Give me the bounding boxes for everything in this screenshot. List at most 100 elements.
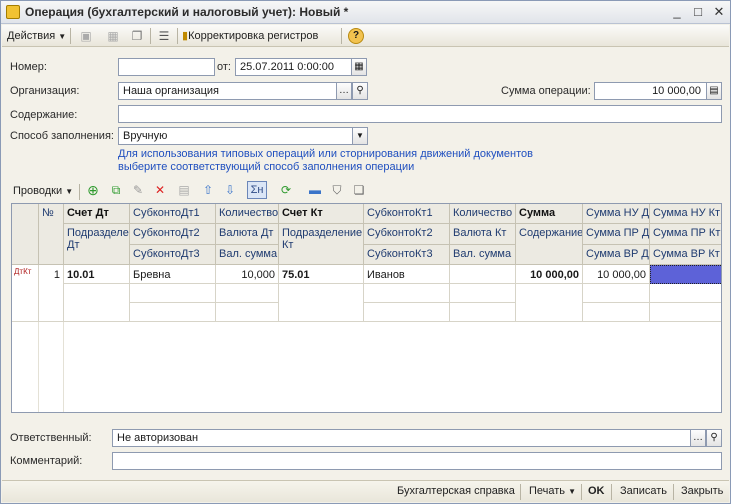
date-value: 25.07.2011 0:00:00 [240, 61, 334, 73]
column-header-qty-kt[interactable]: Количество Кт [450, 204, 516, 224]
fill-method-hint[interactable]: Для использования типовых операций или с… [118, 148, 533, 174]
posting-row-num[interactable]: 1 [39, 265, 64, 322]
column-header-num[interactable]: № [39, 204, 64, 265]
calendar-icon[interactable]: ▦ [351, 59, 366, 75]
footer-separator [581, 484, 582, 500]
posting-row-cur-sum-dt[interactable] [216, 303, 279, 322]
column-header-debit-account[interactable]: Счет Дт [64, 204, 130, 224]
posting-row-credit-subdivision[interactable] [279, 284, 364, 322]
minimize-button[interactable]: _ [668, 4, 686, 20]
posting-row-debit-account[interactable]: 10.01 [64, 265, 130, 284]
copy-list-icon[interactable]: ❏ [351, 182, 367, 198]
column-header-credit-subdivision[interactable]: Подразделение Кт [279, 224, 364, 265]
edit-row-icon[interactable]: ✎ [130, 182, 146, 198]
register-adjust-button[interactable]: ▮Корректировка регистров [182, 28, 318, 44]
column-header-subkonto-dt2[interactable]: СубконтоДт2 [130, 224, 216, 245]
content-input[interactable] [118, 105, 722, 123]
column-header-subkonto-kt2[interactable]: СубконтоКт2 [364, 224, 450, 245]
posting-row-content[interactable] [516, 284, 583, 322]
column-header-cur-sum-dt[interactable]: Вал. сумма Дт [216, 245, 279, 265]
column-header-subkonto-kt3[interactable]: СубконтоКт3 [364, 245, 450, 265]
comment-input[interactable] [112, 452, 722, 470]
fill-method-select[interactable]: Вручную ▼ [118, 127, 368, 145]
column-header-sum-vr-dt[interactable]: Сумма ВР Дт [583, 245, 650, 265]
column-header-credit-account[interactable]: Счет Кт [279, 204, 364, 224]
dropdown-arrow-icon: ▼ [65, 187, 74, 196]
search-icon[interactable]: ⚲ [706, 430, 721, 446]
operation-sum-input[interactable]: 10 000,00 ▤ [594, 82, 722, 100]
write-button[interactable]: Записать [620, 485, 667, 497]
column-header-sum[interactable]: Сумма [516, 204, 583, 224]
column-header-qty-dt[interactable]: Количество Дт [216, 204, 279, 224]
move-up-icon[interactable]: ⇧ [200, 182, 216, 198]
refresh-icon[interactable]: ⟳ [278, 182, 294, 198]
column-header-sum-nu-dt[interactable]: Сумма НУ Дт [583, 204, 650, 224]
actions-label: Действия [7, 30, 56, 42]
column-header-subkonto-dt1[interactable]: СубконтоДт1 [130, 204, 216, 224]
posting-row-subkonto-kt1[interactable]: Иванов [364, 265, 450, 284]
posting-row-qty-dt[interactable]: 10,000 [216, 265, 279, 284]
unpost-document-icon[interactable]: ▦ [105, 28, 121, 44]
posting-row-subkonto-kt2[interactable] [364, 284, 450, 303]
postings-menu[interactable]: Проводки ▼ [13, 183, 73, 199]
post-document-icon[interactable]: ▣ [78, 28, 94, 44]
number-input[interactable] [118, 58, 215, 76]
posting-row-sum-vr-dt[interactable] [583, 303, 650, 322]
print-menu[interactable]: Печать ▼ [529, 485, 576, 497]
select-ellipsis-icon[interactable]: … [690, 430, 706, 446]
posting-row-currency-kt[interactable] [450, 284, 516, 303]
document-structure-icon[interactable]: ☰ [156, 28, 172, 44]
date-input[interactable]: 25.07.2011 0:00:00 ▦ [235, 58, 367, 76]
posting-row-subkonto-dt3[interactable] [130, 303, 216, 322]
column-header-currency-kt[interactable]: Валюта Кт [450, 224, 516, 245]
column-header-subkonto-kt1[interactable]: СубконтоКт1 [364, 204, 450, 224]
posting-row-sum-nu-dt[interactable]: 10 000,00 [583, 265, 650, 284]
calculator-icon[interactable]: ▤ [706, 83, 721, 99]
move-down-icon[interactable]: ⇩ [222, 182, 238, 198]
column-header-currency-dt[interactable]: Валюта Дт [216, 224, 279, 245]
posting-row-debit-subdivision[interactable] [64, 284, 130, 322]
copy-document-icon[interactable]: ❐ [129, 28, 145, 44]
posting-row-cur-sum-kt[interactable] [450, 303, 516, 322]
posting-row-sum-pr-kt[interactable] [650, 284, 721, 303]
column-header-sum-vr-kt[interactable]: Сумма ВР Кт [650, 245, 721, 265]
footer-separator [611, 484, 612, 500]
select-ellipsis-icon[interactable]: … [336, 83, 352, 99]
posting-row-subkonto-dt2[interactable] [130, 284, 216, 303]
column-header-subkonto-dt3[interactable]: СубконтоДт3 [130, 245, 216, 265]
column-header-sum-pr-kt[interactable]: Сумма ПР Кт [650, 224, 721, 245]
postings-table[interactable]: № Счет Дт СубконтоДт1 Количество Дт Счет… [11, 203, 722, 413]
chevron-down-icon[interactable]: ▼ [352, 128, 367, 144]
posting-row-sum-pr-dt[interactable] [583, 284, 650, 303]
posting-row-sum-vr-kt[interactable] [650, 303, 721, 322]
posting-row-credit-account[interactable]: 75.01 [279, 265, 364, 284]
close-window-button[interactable]: ✕ [710, 4, 728, 20]
end-edit-icon[interactable]: ▤ [176, 182, 192, 198]
posting-row-currency-dt[interactable] [216, 284, 279, 303]
sum-totals-icon[interactable]: Σн [247, 181, 267, 199]
set-filter-icon[interactable]: ▬ [307, 182, 323, 198]
help-icon[interactable]: ? [348, 28, 364, 44]
posting-row-qty-kt[interactable] [450, 265, 516, 284]
search-icon[interactable]: ⚲ [352, 83, 367, 99]
ok-button[interactable]: OK [588, 485, 605, 497]
add-row-icon[interactable]: ⊕ [85, 182, 101, 198]
copy-row-icon[interactable]: ⧉ [108, 182, 124, 198]
accounting-note-button[interactable]: Бухгалтерская справка [397, 485, 515, 497]
delete-row-icon[interactable]: ✕ [152, 182, 168, 198]
column-header-debit-subdivision[interactable]: Подразделение Дт [64, 224, 130, 265]
posting-row-subkonto-dt1[interactable]: Бревна [130, 265, 216, 284]
column-header-sum-nu-kt[interactable]: Сумма НУ Кт [650, 204, 721, 224]
posting-row-sum-nu-kt[interactable] [650, 265, 721, 284]
posting-row-sum[interactable]: 10 000,00 [516, 265, 583, 284]
posting-row-subkonto-kt3[interactable] [364, 303, 450, 322]
filter-icon[interactable]: ⛉ [329, 182, 345, 198]
column-header-sum-pr-dt[interactable]: Сумма ПР Дт [583, 224, 650, 245]
actions-menu[interactable]: Действия ▼ [7, 28, 66, 44]
close-button[interactable]: Закрыть [681, 485, 723, 497]
responsible-input[interactable]: Не авторизован … ⚲ [112, 429, 722, 447]
maximize-button[interactable]: □ [689, 4, 707, 20]
column-header-cur-sum-kt[interactable]: Вал. сумма Кт [450, 245, 516, 265]
column-header-content[interactable]: Содержание [516, 224, 583, 265]
organization-input[interactable]: Наша организация … ⚲ [118, 82, 368, 100]
